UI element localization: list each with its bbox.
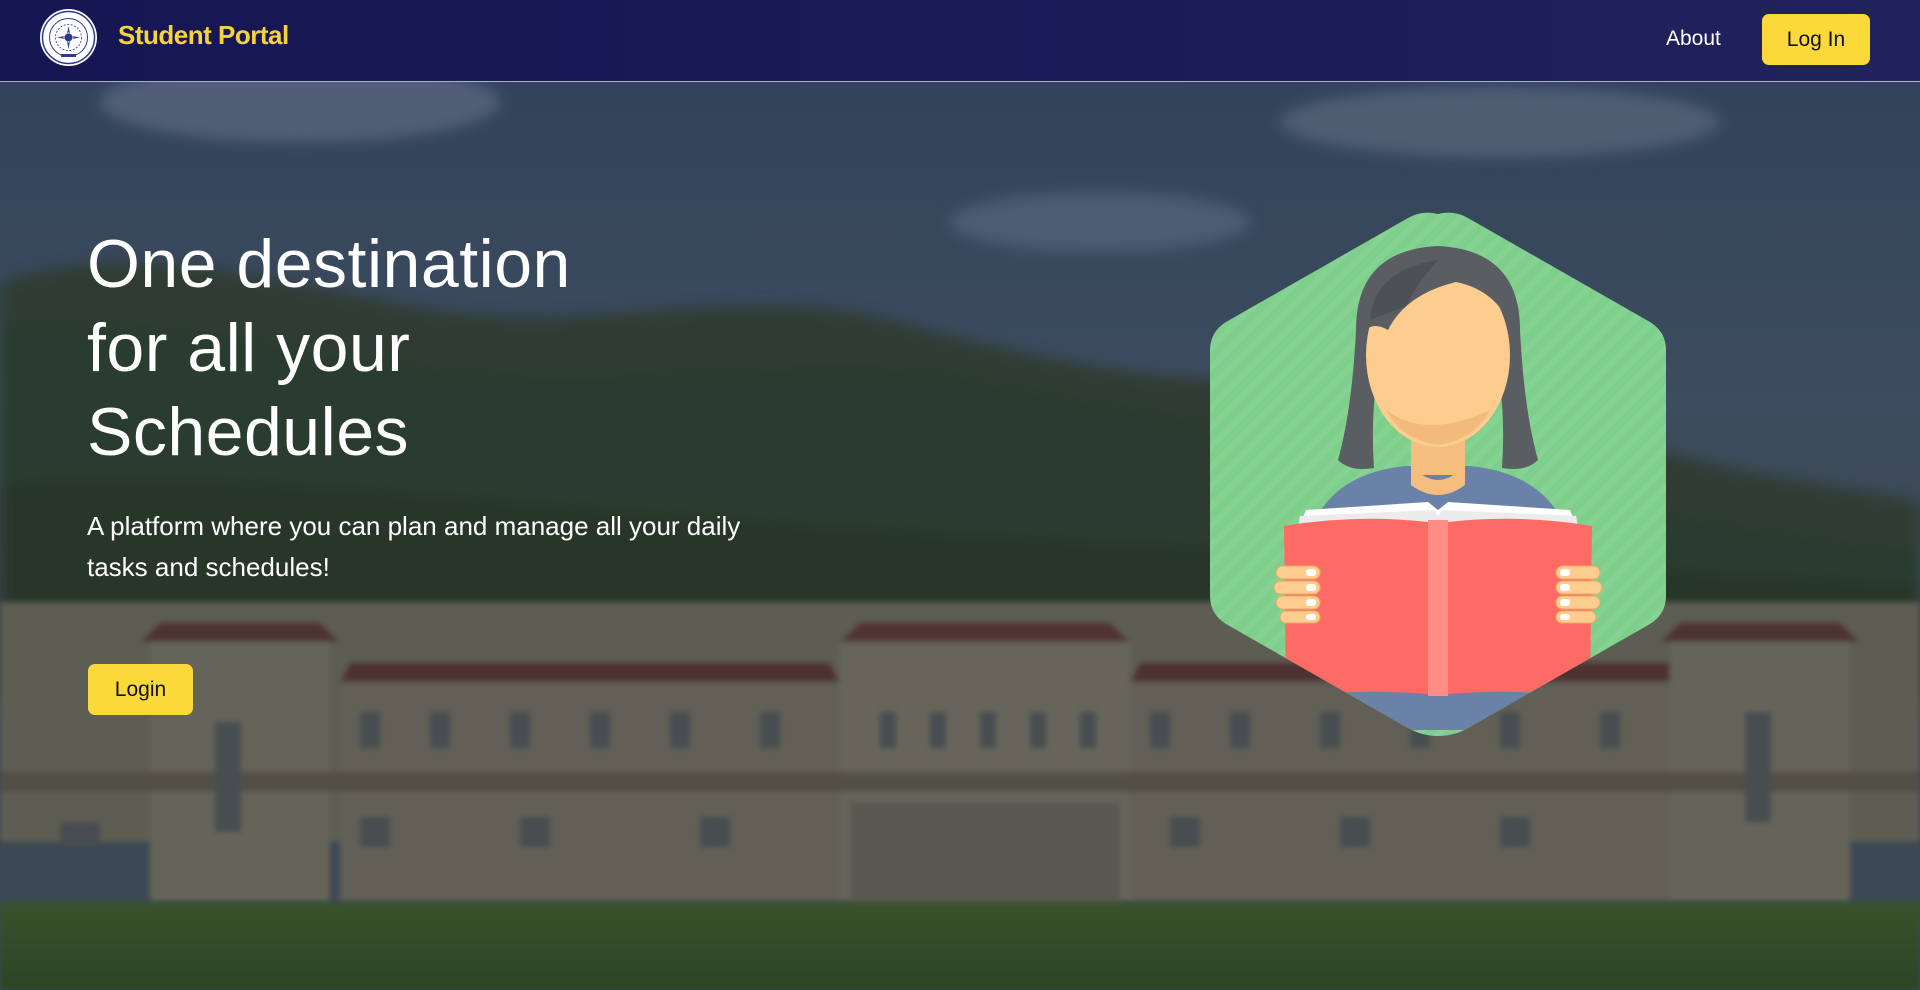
hero-subtitle-line: tasks and schedules! [87,552,330,582]
hero-title-line: Schedules [87,394,410,470]
student-reading-book-icon [1210,212,1666,736]
nav-about-link[interactable]: About [1666,27,1721,51]
hero-title: One destination for all your Schedules [87,222,787,474]
hero-section: One destination for all your Schedules A… [0,82,1920,990]
hero-subtitle: A platform where you can plan and manage… [87,506,827,588]
hero-title-line: for all your [87,310,411,386]
navbar: Student Portal About Log In [0,0,1920,82]
hero-subtitle-line: A platform where you can plan and manage… [87,511,741,541]
brand-title[interactable]: Student Portal [118,20,289,51]
hero-title-line: One destination [87,226,571,302]
hero-login-button[interactable]: Login [88,664,193,715]
university-seal-icon[interactable] [40,9,97,66]
nav-login-button[interactable]: Log In [1762,14,1870,65]
